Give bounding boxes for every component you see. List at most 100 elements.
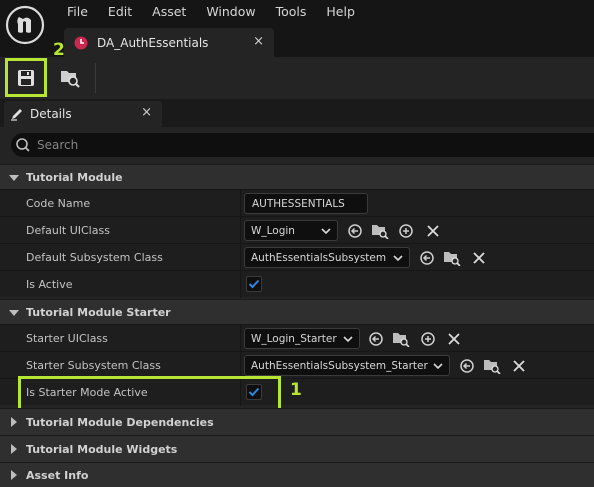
property-row-default-ui-class: Default UIClass W_Login — [0, 216, 594, 244]
use-selected-button[interactable] — [346, 222, 364, 240]
menu-window[interactable]: Window — [196, 0, 265, 24]
chevron-down-icon — [343, 336, 353, 343]
browse-button[interactable] — [371, 222, 389, 240]
category-label: Tutorial Module Widgets — [26, 443, 178, 456]
collapsed-arrow-icon — [11, 444, 17, 454]
default-subsystem-class-dropdown[interactable]: AuthEssentialsSubsystem — [244, 247, 410, 268]
property-label: Starter UIClass — [26, 332, 108, 345]
add-icon — [421, 332, 435, 346]
property-label: Default UIClass — [26, 224, 110, 237]
property-label: Code Name — [26, 197, 91, 210]
menu-tools[interactable]: Tools — [266, 0, 317, 24]
search-icon — [16, 138, 30, 152]
browse-icon — [393, 333, 410, 347]
use-selected-icon — [369, 332, 383, 346]
use-selected-icon — [460, 359, 474, 373]
browse-icon — [484, 360, 501, 374]
starter-ui-class-dropdown[interactable]: W_Login_Starter — [244, 328, 360, 349]
browse-icon — [372, 225, 389, 239]
save-callout-number: 2 — [53, 40, 65, 60]
search-input[interactable] — [37, 138, 557, 152]
category-tutorial-module[interactable]: Tutorial Module — [0, 164, 594, 189]
clear-button[interactable] — [510, 357, 528, 375]
details-tab[interactable]: Details × — [4, 101, 162, 127]
column-splitter — [240, 217, 241, 244]
menu-edit[interactable]: Edit — [98, 0, 142, 24]
collapsed-arrow-icon — [11, 417, 17, 427]
use-selected-button[interactable] — [367, 330, 385, 348]
property-row-code-name: Code Name AUTHESSENTIALS — [0, 189, 594, 217]
add-button[interactable] — [397, 222, 415, 240]
browse-button[interactable] — [443, 249, 461, 267]
clear-icon — [473, 252, 485, 264]
data-asset-icon — [74, 36, 88, 49]
details-tab-close-icon[interactable]: × — [141, 105, 152, 120]
menu-bar: File Edit Asset Window Tools Help — [57, 0, 365, 24]
dropdown-value: AuthEssentialsSubsystem — [251, 251, 387, 264]
column-splitter — [240, 244, 241, 271]
chevron-down-icon — [393, 255, 403, 262]
category-label: Tutorial Module — [26, 171, 123, 184]
property-row-starter-ui-class: Starter UIClass W_Login_Starter — [0, 324, 594, 352]
column-splitter — [240, 190, 241, 217]
checkmark-icon — [248, 279, 260, 289]
category-label: Asset Info — [26, 469, 89, 482]
browse-button[interactable] — [392, 330, 410, 348]
document-tab-close-icon[interactable]: × — [253, 34, 264, 49]
title-bar: File Edit Asset Window Tools Help DA_Aut… — [0, 0, 594, 57]
expanded-arrow-icon — [9, 310, 19, 316]
starter-subsystem-class-dropdown[interactable]: AuthEssentialsSubsystem_Starter — [244, 355, 450, 376]
property-label: Starter Subsystem Class — [26, 359, 161, 372]
clear-button[interactable] — [470, 249, 488, 267]
browse-asset-icon — [61, 71, 80, 88]
use-selected-button[interactable] — [418, 249, 436, 267]
add-button[interactable] — [419, 330, 437, 348]
category-asset-info[interactable]: Asset Info — [0, 462, 594, 487]
clear-button[interactable] — [424, 222, 442, 240]
browse-icon — [444, 252, 461, 266]
clear-button[interactable] — [445, 330, 463, 348]
property-label: Is Active — [26, 278, 73, 291]
property-label: Default Subsystem Class — [26, 251, 163, 264]
use-selected-icon — [420, 251, 434, 265]
toolbar-divider — [95, 63, 96, 93]
property-row-starter-subsystem-class: Starter Subsystem Class AuthEssentialsSu… — [0, 351, 594, 379]
details-tab-label: Details — [30, 107, 72, 121]
toolbar — [0, 57, 594, 99]
document-tab[interactable]: DA_AuthEssentials × — [64, 28, 274, 57]
edit-pencil-icon — [11, 109, 22, 121]
expanded-arrow-icon — [9, 175, 19, 181]
use-selected-button[interactable] — [458, 357, 476, 375]
column-splitter — [240, 271, 241, 298]
property-row-default-subsystem-class: Default Subsystem Class AuthEssentialsSu… — [0, 243, 594, 271]
chevron-down-icon — [433, 363, 443, 370]
save-callout-frame — [5, 58, 47, 97]
category-label: Tutorial Module Starter — [26, 306, 171, 319]
starter-mode-callout-number: 1 — [290, 380, 302, 400]
menu-help[interactable]: Help — [316, 0, 365, 24]
category-tutorial-module-dependencies[interactable]: Tutorial Module Dependencies — [0, 408, 594, 435]
chevron-down-icon — [321, 228, 331, 235]
add-icon — [399, 224, 413, 238]
clear-icon — [513, 360, 525, 372]
browse-button[interactable] — [483, 357, 501, 375]
document-tab-label: DA_AuthEssentials — [97, 35, 209, 50]
category-tutorial-module-widgets[interactable]: Tutorial Module Widgets — [0, 435, 594, 462]
dropdown-value: W_Login_Starter — [251, 332, 337, 345]
starter-mode-callout-frame — [18, 376, 281, 412]
is-active-checkbox[interactable] — [246, 276, 262, 292]
search-bar — [11, 133, 594, 157]
menu-asset[interactable]: Asset — [142, 0, 196, 24]
menu-file[interactable]: File — [57, 0, 98, 24]
collapsed-arrow-icon — [11, 470, 17, 480]
dropdown-value: AuthEssentialsSubsystem_Starter — [251, 359, 428, 372]
column-splitter — [240, 325, 241, 352]
default-ui-class-dropdown[interactable]: W_Login — [244, 220, 338, 241]
dropdown-value: W_Login — [251, 224, 295, 237]
code-name-field[interactable]: AUTHESSENTIALS — [244, 193, 368, 214]
unreal-logo-icon[interactable] — [5, 5, 45, 45]
category-tutorial-module-starter[interactable]: Tutorial Module Starter — [0, 299, 594, 324]
browse-asset-button[interactable] — [50, 59, 90, 97]
property-row-is-active: Is Active — [0, 270, 594, 298]
category-label: Tutorial Module Dependencies — [26, 416, 214, 429]
